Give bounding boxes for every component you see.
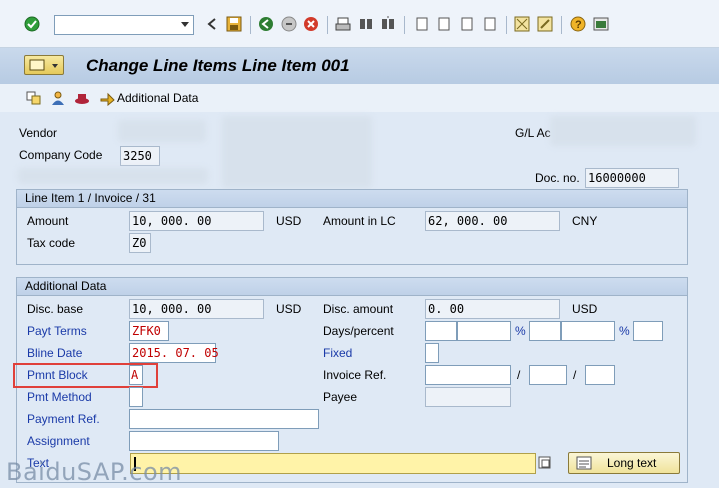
payment-ref-field[interactable] <box>129 409 319 429</box>
additional-data-button[interactable]: Additional Data <box>117 91 198 105</box>
additional-data-group-title: Additional Data <box>17 278 687 296</box>
company-code-field[interactable]: 3250 <box>120 146 160 166</box>
payt-terms-field[interactable]: ZFK0 <box>129 321 169 341</box>
save-icon[interactable] <box>226 16 242 32</box>
back-icon[interactable] <box>258 16 274 32</box>
enter-icon[interactable] <box>24 16 40 32</box>
text-field[interactable] <box>130 453 536 474</box>
long-text-label: Long text <box>607 456 657 470</box>
next-page-icon[interactable] <box>459 16 475 32</box>
chevron-down-icon[interactable] <box>181 22 189 27</box>
long-text-icon <box>576 456 592 470</box>
vendor-label: Vendor <box>19 126 58 140</box>
gl-account-redacted[interactable] <box>550 116 696 146</box>
structure-icon[interactable] <box>26 90 42 106</box>
find-icon[interactable] <box>358 16 374 32</box>
days-1-field[interactable] <box>425 321 457 341</box>
bline-date-field[interactable]: 2015. 07. 05 <box>129 343 219 363</box>
amount-currency: USD <box>276 214 302 228</box>
new-session-icon[interactable] <box>514 16 530 32</box>
amount-field[interactable]: 10, 000. 00 <box>129 211 264 231</box>
invoice-ref-label: Invoice Ref. <box>323 368 387 382</box>
assignment-field[interactable] <box>129 431 279 451</box>
cancel-icon[interactable] <box>303 16 319 32</box>
percent-1-field[interactable] <box>457 321 511 341</box>
additional-data-icon[interactable] <box>99 90 115 107</box>
tax-code-label: Tax code <box>27 236 76 250</box>
gl-account-label: G/L Ac <box>515 126 551 140</box>
amount-label: Amount <box>27 214 69 228</box>
invoice-ref-year-field[interactable] <box>529 365 567 385</box>
pmnt-block-label[interactable]: Pmnt Block <box>27 366 88 384</box>
person-icon[interactable] <box>50 90 66 106</box>
doc-no-field[interactable]: 16000000 <box>585 168 679 188</box>
payt-terms-label[interactable]: Payt Terms <box>27 322 87 340</box>
layout-icon[interactable] <box>593 16 609 32</box>
pmt-method-field[interactable] <box>129 387 143 407</box>
back-arrow-icon[interactable] <box>204 16 220 32</box>
display-hat-icon[interactable] <box>74 90 90 106</box>
svg-text:?: ? <box>575 19 582 31</box>
previous-page-icon[interactable] <box>436 16 452 32</box>
disc-base-field[interactable]: 10, 000. 00 <box>129 299 264 319</box>
menu-button[interactable] <box>24 55 64 75</box>
disc-base-label: Disc. base <box>27 302 84 316</box>
invoice-ref-item-field[interactable] <box>585 365 615 385</box>
tax-code-field[interactable]: Z0 <box>129 233 151 253</box>
page-title: Change Line Items Line Item 001 <box>86 56 350 75</box>
invoice-ref-field[interactable] <box>425 365 511 385</box>
find-next-icon[interactable] <box>380 16 396 32</box>
amount-lc-label: Amount in LC <box>323 214 396 228</box>
command-field[interactable] <box>54 15 194 35</box>
payee-label: Payee <box>323 390 358 404</box>
days-2-field[interactable] <box>529 321 561 341</box>
system-toolbar: ? <box>0 0 719 48</box>
percent-sign-1: % <box>515 324 526 338</box>
assignment-label[interactable]: Assignment <box>27 432 90 450</box>
days-percent-label: Days/percent <box>323 324 394 338</box>
shortcut-icon[interactable] <box>537 16 553 32</box>
percent-2-field[interactable] <box>561 321 615 341</box>
company-code-label: Company Code <box>19 148 103 162</box>
last-page-icon[interactable] <box>482 16 498 32</box>
application-toolbar: Additional Data <box>0 84 719 112</box>
help-icon[interactable]: ? <box>570 16 586 32</box>
vendor-address-redacted <box>18 168 208 184</box>
pmt-method-label[interactable]: Pmt Method <box>27 388 92 406</box>
disc-base-currency: USD <box>276 302 302 316</box>
amount-lc-field[interactable]: 62, 000. 00 <box>425 211 560 231</box>
invoice-ref-slash-2: / <box>573 368 577 382</box>
menu-icon <box>29 59 58 71</box>
line-item-group-title: Line Item 1 / Invoice / 31 <box>17 190 687 208</box>
invoice-ref-slash-1: / <box>517 368 521 382</box>
first-page-icon[interactable] <box>414 16 430 32</box>
fixed-label[interactable]: Fixed <box>323 344 352 362</box>
disc-amount-currency: USD <box>572 302 598 316</box>
pmnt-block-field[interactable]: A <box>129 365 143 385</box>
percent-sign-2: % <box>619 324 630 338</box>
expand-text-icon[interactable] <box>537 455 553 471</box>
amount-lc-currency: CNY <box>572 214 598 228</box>
disc-amount-label: Disc. amount <box>323 302 394 316</box>
exit-icon[interactable] <box>281 16 297 32</box>
doc-no-label: Doc. no. <box>535 171 580 185</box>
vendor-field-redacted[interactable] <box>118 120 206 142</box>
watermark: BaiduSAP.com <box>6 458 183 486</box>
payment-ref-label[interactable]: Payment Ref. <box>27 410 100 428</box>
print-icon[interactable] <box>335 16 351 32</box>
bline-date-label[interactable]: Bline Date <box>27 344 82 362</box>
disc-amount-field[interactable]: 0. 00 <box>425 299 560 319</box>
long-text-button[interactable]: Long text <box>568 452 680 474</box>
fixed-checkbox[interactable] <box>425 343 439 363</box>
title-bar: Change Line Items Line Item 001 <box>0 48 719 84</box>
payee-field[interactable] <box>425 387 511 407</box>
days-3-field[interactable] <box>633 321 663 341</box>
vendor-name-redacted <box>222 116 372 188</box>
